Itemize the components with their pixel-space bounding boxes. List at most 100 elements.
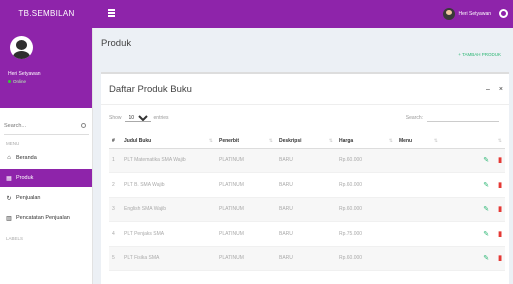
- history-icon: ↻: [6, 195, 12, 202]
- entries-label: entries: [153, 115, 169, 121]
- table-row: 3 English SMA Wajib PLATINUM BARU Rp.60.…: [109, 197, 505, 222]
- sidebar-item-pencatatan-penjualan[interactable]: ▥ Pencatatan Penjualan: [0, 209, 92, 227]
- product-list-box: Daftar Produk Buku – × Show 10 entries S…: [101, 72, 509, 284]
- box-title: Daftar Produk Buku: [109, 84, 192, 95]
- edit-icon[interactable]: ✎: [483, 206, 489, 213]
- edit-icon[interactable]: ✎: [483, 255, 489, 262]
- edit-icon[interactable]: ✎: [483, 157, 489, 164]
- sidebar-search-input[interactable]: [4, 119, 74, 133]
- table-search: Search:: [406, 114, 499, 122]
- minimize-icon[interactable]: –: [486, 86, 490, 93]
- cell-price: Rp.60.000: [336, 197, 396, 222]
- chart-icon: ▥: [6, 215, 12, 222]
- cell-number: 5: [109, 246, 121, 271]
- page-title: Produk: [101, 38, 132, 49]
- cell-menu: [396, 221, 441, 247]
- sidebar-item-penjualan[interactable]: ↻ Penjualan: [0, 189, 92, 207]
- delete-icon[interactable]: ▮: [498, 231, 502, 238]
- column-header-actions: ⇅: [441, 134, 505, 149]
- delete-icon[interactable]: ▮: [498, 182, 502, 189]
- cell-publisher: PLATINUM: [216, 172, 276, 198]
- table-row: 5 PLT Fisika SMA PLATINUM BARU Rp.60.000…: [109, 246, 505, 271]
- row-actions: ✎ ▮: [441, 197, 505, 222]
- sidebar-section-labels: LABELS: [6, 236, 24, 241]
- home-icon: ⌂: [7, 155, 11, 161]
- sidebar-user-name: Heri Setyawan: [8, 71, 41, 77]
- column-header-menu[interactable]: Menu ⇅: [396, 134, 441, 149]
- cell-price: Rp.60.000: [336, 246, 396, 271]
- table-search-input[interactable]: [427, 114, 499, 122]
- row-actions: ✎ ▮: [441, 221, 505, 247]
- cell-publisher: PLATINUM: [216, 221, 276, 247]
- box-tools: – ×: [486, 86, 503, 93]
- table-row: 2 PLT B. SMA Wajib PLATINUM BARU Rp.60.0…: [109, 172, 505, 198]
- grid-icon: ▦: [6, 175, 12, 182]
- entries-select[interactable]: 10: [124, 114, 151, 122]
- cell-description: BARU: [276, 246, 336, 271]
- row-actions: ✎ ▮: [441, 172, 505, 198]
- cell-publisher: PLATINUM: [216, 246, 276, 271]
- gear-icon[interactable]: [499, 9, 508, 18]
- status-text: Online: [13, 79, 27, 84]
- cell-number: 3: [109, 197, 121, 222]
- user-menu[interactable]: Heri Setyawan: [443, 7, 491, 21]
- show-label: Show: [109, 115, 122, 121]
- cell-description: BARU: [276, 221, 336, 247]
- sidebar-item-label: Beranda: [16, 155, 37, 161]
- table-header-row: # Judul Buku ⇅ Penerbit ⇅ Deskripsi ⇅ Harga…: [109, 134, 505, 149]
- entries-length-control: Show 10 entries: [109, 114, 169, 122]
- user-avatar: [443, 8, 456, 20]
- sidebar-item-beranda[interactable]: ⌂ Beranda: [0, 149, 92, 167]
- row-actions: ✎ ▮: [441, 246, 505, 271]
- brand-logo[interactable]: TB.SEMBILAN: [0, 0, 93, 28]
- menu-toggle-icon[interactable]: [108, 9, 115, 18]
- cell-number: 1: [109, 148, 121, 173]
- close-icon[interactable]: ×: [499, 86, 503, 93]
- sidebar-item-label: Penjualan: [16, 195, 41, 201]
- column-header-harga[interactable]: Harga ⇅: [336, 134, 396, 149]
- cell-description: BARU: [276, 172, 336, 198]
- table-row: 1 PLT Matematika SMA Wajib PLATINUM BARU…: [109, 148, 505, 173]
- cell-title: PLT Penjaks SMA: [121, 221, 216, 247]
- delete-icon[interactable]: ▮: [498, 206, 502, 213]
- column-header-penerbit[interactable]: Penerbit ⇅: [216, 134, 276, 149]
- cell-description: BARU: [276, 148, 336, 173]
- column-header-judul-buku[interactable]: Judul Buku ⇅: [121, 134, 216, 149]
- delete-icon[interactable]: ▮: [498, 157, 502, 164]
- sidebar-item-produk[interactable]: ▦ Produk: [0, 169, 92, 187]
- cell-publisher: PLATINUM: [216, 197, 276, 222]
- sidebar: Heri Setyawan Online MENU ⌂ Beranda ▦ Prod…: [0, 28, 93, 284]
- cell-menu: [396, 246, 441, 271]
- edit-icon[interactable]: ✎: [483, 231, 489, 238]
- sidebar-item-label: Produk: [16, 175, 34, 181]
- column-header-number[interactable]: #: [109, 134, 121, 149]
- user-menu-name: Heri Setyawan: [458, 11, 491, 17]
- cell-title: PLT B. SMA Wajib: [121, 172, 216, 198]
- cell-menu: [396, 197, 441, 222]
- cell-menu: [396, 148, 441, 173]
- search-icon[interactable]: [81, 123, 86, 128]
- sidebar-search: [4, 119, 89, 135]
- avatar: [10, 36, 33, 59]
- sidebar-section-menu: MENU: [6, 141, 20, 146]
- edit-icon[interactable]: ✎: [483, 182, 489, 189]
- cell-publisher: PLATINUM: [216, 148, 276, 173]
- cell-price: Rp.60.000: [336, 172, 396, 198]
- cell-price: Rp.75.000: [336, 221, 396, 247]
- column-header-deskripsi[interactable]: Deskripsi ⇅: [276, 134, 336, 149]
- product-table: # Judul Buku ⇅ Penerbit ⇅ Deskripsi ⇅ Harga…: [109, 134, 505, 271]
- status-badge: Online: [8, 79, 26, 84]
- cell-title: PLT Fisika SMA: [121, 246, 216, 271]
- cell-number: 2: [109, 172, 121, 198]
- cell-description: BARU: [276, 197, 336, 222]
- row-actions: ✎ ▮: [441, 148, 505, 173]
- search-label: Search:: [405, 115, 423, 121]
- add-product-link[interactable]: + TAMBAH PRODUK: [458, 52, 501, 57]
- online-dot-icon: [8, 80, 11, 83]
- delete-icon[interactable]: ▮: [498, 255, 502, 262]
- cell-price: Rp.60.000: [336, 148, 396, 173]
- table-row: 4 PLT Penjaks SMA PLATINUM BARU Rp.75.00…: [109, 221, 505, 247]
- cell-menu: [396, 172, 441, 198]
- divider: [101, 104, 509, 105]
- cell-number: 4: [109, 221, 121, 247]
